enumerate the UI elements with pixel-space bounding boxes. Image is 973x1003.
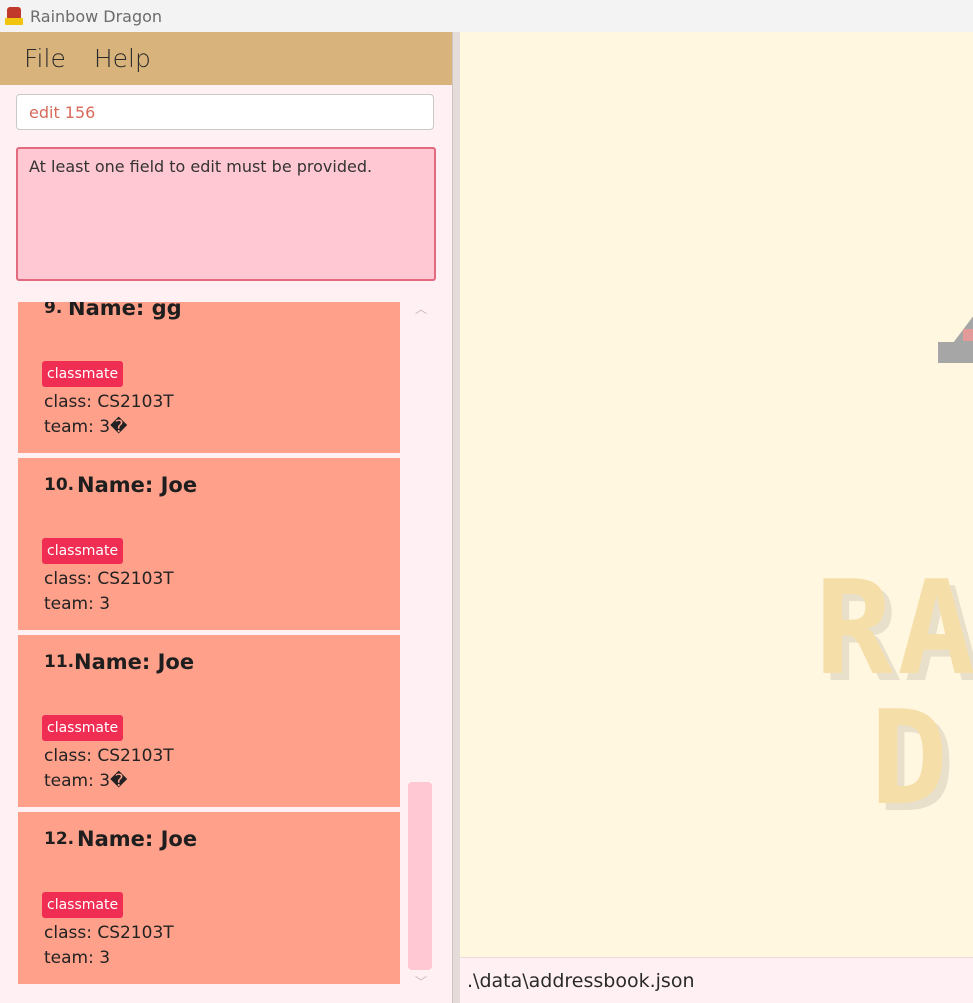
scrollbar-thumb[interactable]: [408, 782, 432, 970]
person-card[interactable]: 10. Name: Joe classmate class: CS2103T t…: [18, 458, 400, 630]
person-index: 11.: [44, 652, 75, 672]
menu-bar: File Help: [0, 32, 452, 85]
person-team: team: 3�: [44, 417, 128, 437]
scroll-down-icon[interactable]: ﹀: [411, 976, 431, 988]
tag-badge: classmate: [42, 538, 124, 564]
person-list-scrollbar[interactable]: ︿ ﹀: [400, 302, 442, 999]
status-bar: .\data\addressbook.json: [460, 957, 973, 1003]
person-list[interactable]: 9. Name: gg classmate class: CS2103T tea…: [18, 302, 400, 999]
logo-graphic-base: [938, 342, 973, 363]
result-display: At least one field to edit must be provi…: [16, 147, 436, 281]
person-name: Name: Joe: [77, 827, 198, 851]
person-team: team: 3�: [44, 771, 128, 791]
dragon-app-icon: [4, 6, 24, 26]
logo-graphic-accent: [963, 329, 973, 341]
person-class: class: CS2103T: [44, 923, 174, 943]
person-team: team: 3: [44, 948, 111, 968]
person-index: 9.: [44, 302, 63, 318]
person-card[interactable]: 9. Name: gg classmate class: CS2103T tea…: [18, 302, 400, 453]
tag-badge: classmate: [42, 892, 124, 918]
logo-text-line2: D: [870, 682, 953, 834]
tag-badge: classmate: [42, 715, 124, 741]
person-card[interactable]: 11. Name: Joe classmate class: CS2103T t…: [18, 635, 400, 807]
tag-badge: classmate: [42, 361, 124, 387]
person-index: 12.: [44, 829, 75, 849]
person-name: Name: gg: [68, 302, 182, 320]
app-window: Rainbow Dragon File Help At least one fi…: [0, 0, 973, 1003]
person-card[interactable]: 12. Name: Joe classmate class: CS2103T t…: [18, 812, 400, 984]
logo-panel: RA D: [460, 32, 973, 957]
person-class: class: CS2103T: [44, 746, 174, 766]
title-bar: Rainbow Dragon: [0, 0, 973, 32]
command-input[interactable]: [16, 94, 434, 130]
person-class: class: CS2103T: [44, 569, 174, 589]
pane-splitter[interactable]: [452, 32, 460, 1003]
menu-help[interactable]: Help: [94, 44, 151, 73]
left-pane: File Help At least one field to edit mus…: [0, 32, 452, 1003]
save-location: .\data\addressbook.json: [467, 969, 695, 992]
person-name: Name: Joe: [74, 650, 195, 674]
menu-file[interactable]: File: [24, 44, 66, 73]
person-team: team: 3: [44, 594, 111, 614]
person-class: class: CS2103T: [44, 392, 174, 412]
person-name: Name: Joe: [77, 473, 198, 497]
person-index: 10.: [44, 475, 75, 495]
scroll-up-icon[interactable]: ︿: [411, 303, 431, 315]
window-title: Rainbow Dragon: [30, 6, 163, 26]
